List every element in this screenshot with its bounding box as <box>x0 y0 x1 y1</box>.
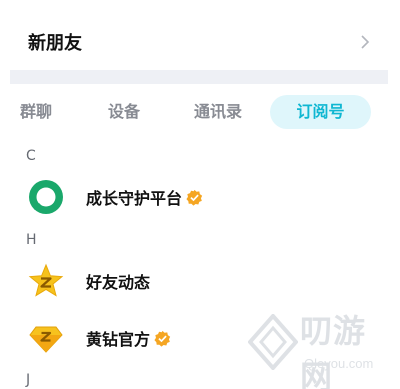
new-friends-label: 新朋友 <box>28 33 82 54</box>
section-letter-j: J <box>26 372 31 388</box>
watermark-text: 叨游网 <box>300 312 367 389</box>
watermark-url: Qleyou.com <box>304 356 374 371</box>
verified-badge-icon <box>154 330 171 347</box>
item-name-text: 黄钻官方 <box>86 330 151 349</box>
contacts-tab-bar: 群聊 设备 通讯录 订阅号 <box>0 95 400 129</box>
item-name: 成长守护平台 <box>86 185 203 209</box>
section-divider <box>10 70 388 84</box>
item-name: 黄钻官方 <box>86 326 171 350</box>
tab-address-book[interactable]: 通讯录 <box>183 95 253 129</box>
chevron-right-icon <box>361 35 370 49</box>
section-letter-c: C <box>26 148 36 164</box>
tab-subscriptions[interactable]: 订阅号 <box>270 95 371 129</box>
tab-groups[interactable]: 群聊 <box>8 95 64 129</box>
qzone-star-icon <box>28 263 64 297</box>
growth-guard-icon <box>29 180 63 214</box>
tab-devices[interactable]: 设备 <box>96 95 152 129</box>
item-name-text: 成长守护平台 <box>86 189 183 208</box>
watermark: 叨游网 Qleyou.com <box>248 300 398 389</box>
verified-badge-icon <box>186 189 203 206</box>
new-friends-row[interactable]: 新朋友 <box>0 14 400 70</box>
item-name: 好友动态 <box>86 269 150 293</box>
list-item-growth-guard[interactable]: 成长守护平台 <box>0 171 400 223</box>
section-letter-h: H <box>26 232 37 248</box>
contacts-page: 新朋友 群聊 设备 通讯录 订阅号 C 成长守护平台 H 好友动态 黄钻官方 J… <box>0 0 400 389</box>
watermark-logo-icon <box>248 314 298 370</box>
yellow-diamond-icon <box>29 326 63 353</box>
item-name-text: 好友动态 <box>86 273 151 292</box>
